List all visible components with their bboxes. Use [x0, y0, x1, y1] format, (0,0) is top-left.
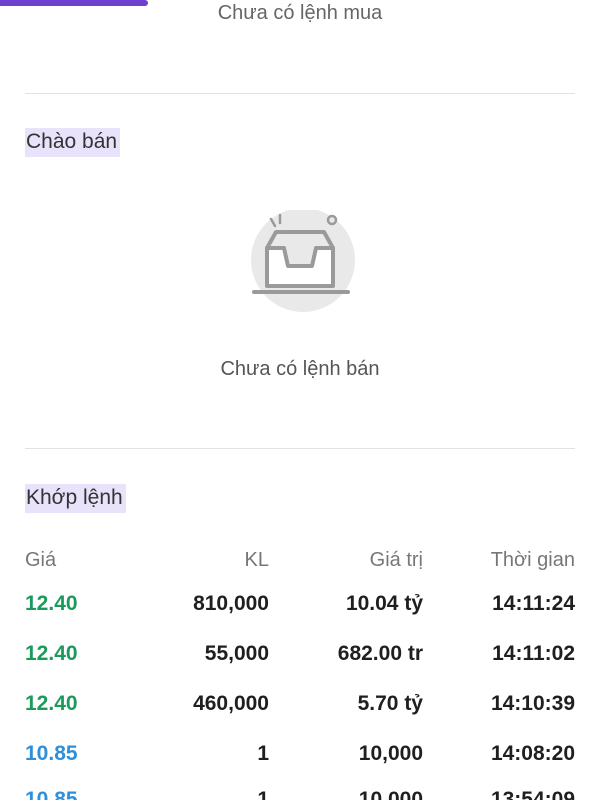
row-value: 10,000	[358, 742, 423, 765]
empty-inbox-icon	[251, 210, 355, 312]
column-header-value: Giá trị	[369, 549, 423, 571]
row-price: 10.85	[25, 742, 78, 765]
section-divider	[25, 448, 575, 449]
row-time: 14:11:02	[492, 642, 575, 665]
table-row: 12.40 460,000 5.70 tỷ 14:10:39	[25, 689, 575, 719]
table-row: 10.85 1 10,000 14:08:20	[25, 739, 575, 769]
row-value: 10.04 tỷ	[345, 592, 423, 615]
section-divider	[25, 93, 575, 94]
row-price: 12.40	[25, 692, 78, 715]
row-value: 5.70 tỷ	[357, 692, 423, 715]
column-header-volume: KL	[244, 549, 269, 571]
row-price: 12.40	[25, 642, 78, 665]
row-value: 682.00 tr	[337, 642, 423, 665]
column-header-price: Giá	[25, 549, 57, 571]
row-time: 13:54:09	[490, 788, 575, 800]
matched-orders-title: Khớp lệnh	[25, 484, 126, 513]
row-price: 10.85	[25, 788, 78, 800]
row-volume: 1	[257, 788, 269, 800]
row-volume: 55,000	[204, 642, 269, 665]
table-row: 12.40 810,000 10.04 tỷ 14:11:24	[25, 589, 575, 619]
matched-table-header: Giá KL Giá trị Thời gian	[25, 545, 575, 575]
table-row: 10.85 1 10,000 13:54:09	[25, 785, 575, 800]
sell-section-title: Chào bán	[25, 128, 121, 157]
sell-empty-message: Chưa có lệnh bán	[220, 358, 380, 380]
row-volume: 460,000	[193, 692, 269, 715]
row-time: 14:11:24	[492, 592, 575, 615]
row-time: 14:08:20	[490, 742, 575, 765]
row-volume: 1	[257, 742, 269, 765]
row-price: 12.40	[25, 592, 78, 615]
row-time: 14:10:39	[490, 692, 575, 715]
table-row: 12.40 55,000 682.00 tr 14:11:02	[25, 639, 575, 669]
buy-empty-message: Chưa có lệnh mua	[217, 2, 383, 24]
column-header-time: Thời gian	[490, 549, 575, 571]
row-volume: 810,000	[193, 592, 269, 615]
row-value: 10,000	[358, 788, 423, 800]
